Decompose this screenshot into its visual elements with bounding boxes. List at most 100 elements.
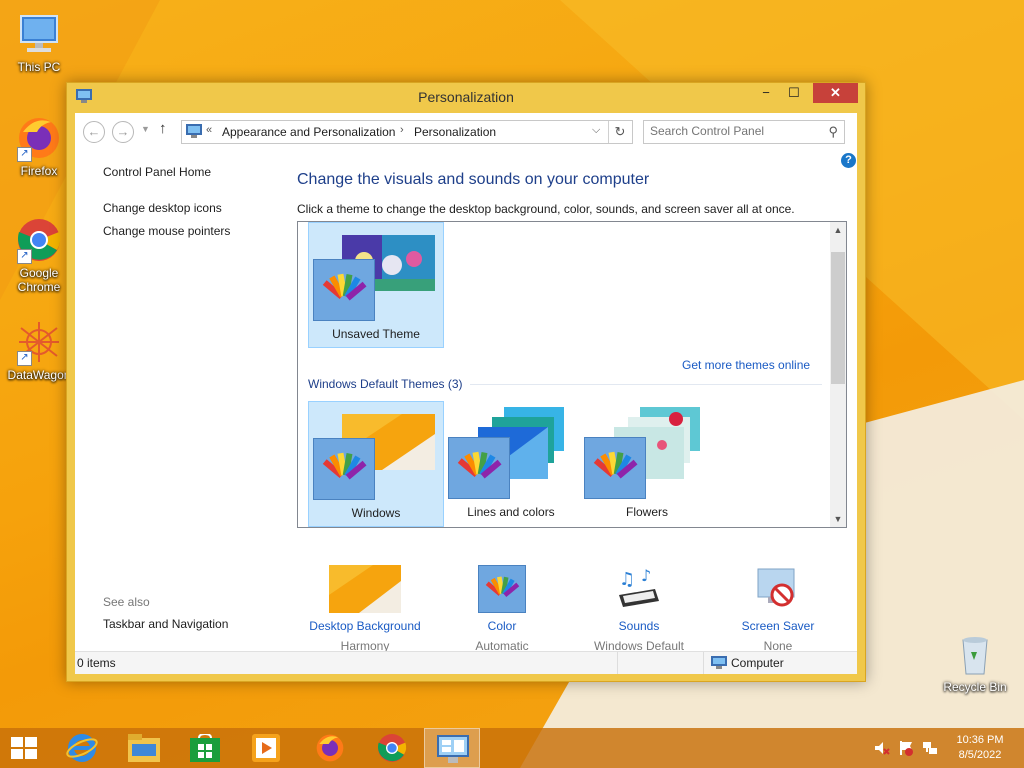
item-count: 0 items: [77, 656, 116, 670]
help-icon[interactable]: ?: [841, 153, 856, 168]
system-clock[interactable]: 10:36 PM 8/5/2022: [940, 733, 1020, 763]
desktop-background-setting[interactable]: Desktop Background Harmony: [300, 619, 430, 653]
clock-time: 10:36 PM: [956, 734, 1004, 746]
screen-saver-icon[interactable]: [754, 565, 802, 613]
computer-icon: [15, 10, 63, 58]
content-area: ? Control Panel Home Change desktop icon…: [75, 147, 857, 653]
shortcut-arrow-icon: ↗: [17, 351, 32, 366]
internet-explorer-icon: [66, 734, 98, 762]
color-setting[interactable]: Color Automatic: [437, 619, 567, 653]
page-subtext: Click a theme to change the desktop back…: [297, 202, 795, 216]
theme-windows[interactable]: Windows: [308, 401, 444, 527]
theme-list: Unsaved Theme Get more themes online Win…: [297, 221, 847, 528]
computer-icon: [711, 656, 727, 669]
refresh-icon[interactable]: ↻: [608, 121, 631, 143]
section-windows-default-themes: Windows Default Themes (3): [308, 377, 463, 391]
color-palette-icon: [448, 437, 510, 499]
nav-taskbar-and-navigation[interactable]: Taskbar and Navigation: [103, 617, 228, 631]
firefox-icon: ↗: [15, 114, 63, 162]
store-icon: [190, 734, 220, 762]
title-bar[interactable]: Personalization − ☐ ✕: [67, 83, 865, 111]
nav-change-desktop-icons[interactable]: Change desktop icons: [103, 201, 222, 215]
theme-lines-and-colors[interactable]: Lines and colors: [444, 401, 578, 525]
breadcrumb-appearance[interactable]: Appearance and Personalization: [222, 125, 395, 139]
desktop-icon-recycle-bin[interactable]: Recycle Bin: [938, 630, 1012, 694]
desktop-icon-this-pc[interactable]: This PC: [2, 10, 76, 74]
desktop-icon-firefox[interactable]: ↗ Firefox: [2, 114, 76, 178]
network-icon[interactable]: [922, 740, 938, 756]
color-palette-icon: [584, 437, 646, 499]
up-arrow-icon[interactable]: ↑: [159, 120, 167, 137]
sounds-link[interactable]: Sounds: [574, 619, 704, 633]
theme-label: Windows: [351, 506, 401, 520]
scroll-up-arrow-icon[interactable]: ▲: [830, 222, 846, 238]
sounds-icon[interactable]: ♫ ♪: [615, 565, 663, 613]
desktop-background-icon[interactable]: [329, 565, 401, 613]
shortcut-arrow-icon: ↗: [17, 249, 32, 264]
theme-unsaved[interactable]: Unsaved Theme: [308, 222, 444, 348]
screen-saver-setting[interactable]: Screen Saver None: [713, 619, 843, 653]
scroll-thumb[interactable]: [831, 252, 845, 384]
search-box[interactable]: ⚲: [643, 120, 845, 144]
back-button[interactable]: ←: [83, 121, 105, 143]
get-more-themes-link[interactable]: Get more themes online: [682, 358, 810, 372]
clock-date: 8/5/2022: [958, 749, 1002, 761]
start-button[interactable]: [0, 728, 48, 768]
screen-saver-link[interactable]: Screen Saver: [713, 619, 843, 633]
status-bar: 0 items Computer: [75, 651, 857, 674]
recent-locations-chevron-icon[interactable]: ▼: [141, 124, 150, 134]
section-divider: [470, 384, 822, 385]
action-center-flag-icon[interactable]: [898, 740, 914, 756]
color-link[interactable]: Color: [437, 619, 567, 633]
color-palette-icon: [313, 259, 375, 321]
theme-label: Flowers: [625, 505, 668, 519]
nav-change-mouse-pointers[interactable]: Change mouse pointers: [103, 224, 230, 238]
theme-label: Unsaved Theme: [332, 327, 420, 341]
taskbar-file-explorer[interactable]: [116, 728, 172, 768]
start-icon: [11, 737, 37, 759]
desktop-icon-datawagon[interactable]: ↗ DataWagon: [2, 318, 76, 382]
shortcut-arrow-icon: ↗: [17, 147, 32, 162]
status-divider: [703, 652, 704, 674]
file-explorer-icon: [128, 734, 160, 762]
close-button[interactable]: ✕: [813, 83, 858, 103]
breadcrumb-separator-icon[interactable]: ›: [400, 124, 404, 136]
chrome-icon: [378, 734, 407, 762]
see-also-label: See also: [103, 595, 150, 609]
media-icon: [252, 734, 280, 762]
taskbar: 10:36 PM 8/5/2022: [0, 728, 1024, 768]
minimize-button[interactable]: −: [753, 83, 779, 103]
svg-text:♫: ♫: [619, 569, 635, 590]
maximize-button[interactable]: ☐: [781, 83, 807, 103]
datawagon-icon: ↗: [15, 318, 63, 366]
breadcrumb-personalization[interactable]: Personalization: [414, 125, 496, 139]
desktop-icon-chrome[interactable]: ↗ Google Chrome: [2, 216, 76, 294]
svg-text:♪: ♪: [641, 566, 651, 585]
taskbar-internet-explorer[interactable]: [54, 728, 110, 768]
address-dropdown-icon[interactable]: ⌵: [592, 124, 600, 137]
sounds-setting[interactable]: Sounds Windows Default: [574, 619, 704, 653]
taskbar-chrome[interactable]: [364, 728, 420, 768]
address-overflow-icon[interactable]: «: [206, 124, 212, 136]
window-title: Personalization: [418, 89, 514, 105]
taskbar-control-panel[interactable]: [424, 728, 480, 768]
address-bar[interactable]: « Appearance and Personalization › Perso…: [181, 120, 633, 144]
taskbar-store[interactable]: [178, 728, 234, 768]
taskbar-media[interactable]: [240, 728, 296, 768]
search-icon[interactable]: ⚲: [828, 124, 838, 140]
desktop-background-link[interactable]: Desktop Background: [300, 619, 430, 633]
theme-list-scrollbar[interactable]: ▲ ▼: [830, 222, 846, 527]
search-input[interactable]: [650, 124, 818, 138]
page-heading: Change the visuals and sounds on your co…: [297, 171, 650, 188]
control-panel-icon: [186, 124, 202, 138]
status-location: Computer: [731, 656, 784, 670]
color-palette-icon[interactable]: [478, 565, 526, 613]
taskbar-firefox[interactable]: [302, 728, 358, 768]
theme-flowers[interactable]: Flowers: [580, 401, 714, 525]
personalization-window: Personalization − ☐ ✕ ← → ▼ ↑ « Appearan…: [66, 82, 866, 682]
nav-control-panel-home[interactable]: Control Panel Home: [103, 165, 211, 179]
volume-muted-icon[interactable]: [874, 740, 890, 756]
scroll-down-arrow-icon[interactable]: ▼: [830, 511, 846, 527]
navigation-toolbar: ← → ▼ ↑ « Appearance and Personalization…: [75, 113, 857, 147]
forward-button[interactable]: →: [112, 121, 134, 143]
